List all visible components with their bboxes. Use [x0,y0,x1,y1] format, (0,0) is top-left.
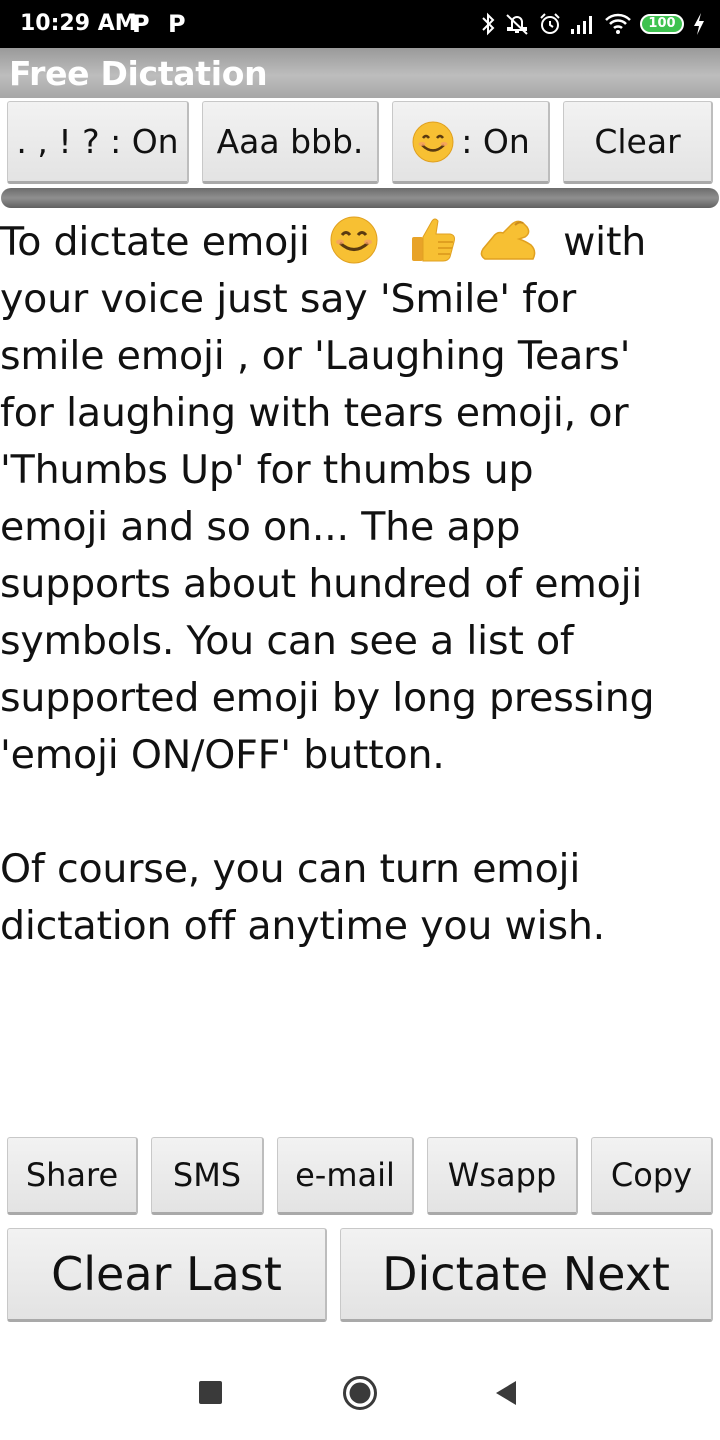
dictate-next-button[interactable]: Dictate Next [340,1228,713,1322]
copy-label: Copy [610,1156,693,1194]
smiling-face-emoji [330,216,378,264]
parking-notification-icon-2: P [168,10,186,38]
signal-icon [571,16,592,34]
text-segment: To dictate emoji [0,219,310,265]
text-line: Of course, you can turn emoji [0,846,581,892]
status-icons: 100 [480,8,706,40]
bluetooth-icon [482,12,495,36]
text-line: 'Thumbs Up' for thumbs up [0,447,534,493]
battery-icon: 100 [640,14,684,34]
text-line: 'emoji ON/OFF' button. [0,732,445,778]
home-icon[interactable] [342,1375,378,1411]
sms-label: SMS [172,1156,242,1194]
capitalize-toggle-button[interactable]: Aaa bbb. [202,101,379,184]
emoji-toggle-label: : On [461,122,530,161]
flexed-biceps-emoji [480,220,536,260]
whatsapp-label: Wsapp [447,1156,557,1194]
share-label: Share [25,1156,119,1194]
email-button[interactable]: e-mail [277,1137,414,1215]
parking-notification-icon: P [132,10,150,38]
status-bar: 10:29 AM P P 100 [0,0,720,48]
text-line: your voice just say 'Smile' for [0,276,577,322]
share-button[interactable]: Share [7,1137,138,1215]
recents-icon[interactable] [199,1381,222,1404]
emoji-toggle-button[interactable]: : On [392,101,550,184]
text-line: smile emoji , or 'Laughing Tears' [0,333,631,379]
title-bar: Free Dictation [0,48,720,98]
thumbs-up-emoji [412,218,456,262]
clear-last-label: Clear Last [51,1247,282,1301]
wifi-icon [605,13,631,34]
text-line: supports about hundred of emoji [0,561,643,607]
back-icon[interactable] [494,1379,518,1407]
capitalize-toggle-label: Aaa bbb. [216,122,364,161]
dictate-next-label: Dictate Next [382,1247,670,1301]
text-line: supported emoji by long pressing [0,675,655,721]
clear-button[interactable]: Clear [563,101,713,184]
smiling-face-icon [412,121,454,162]
clear-last-button[interactable]: Clear Last [7,1228,327,1322]
punctuation-toggle-button[interactable]: . , ! ? : On [7,101,189,184]
text-segment: with [563,219,647,265]
email-label: e-mail [295,1156,395,1194]
dictation-text-area[interactable]: To dictate emoji with your voice just sa… [0,214,720,955]
app-screen: 10:29 AM P P 100 Free Dictation . , ! ? … [0,0,720,1440]
app-title: Free Dictation [9,54,268,93]
text-line: dictation off anytime you wish. [0,903,606,949]
text-line: emoji and so on... The app [0,504,521,550]
separator-bar [1,188,719,208]
text-line: symbols. You can see a list of [0,618,574,664]
status-time: 10:29 AM [20,11,137,36]
battery-level: 100 [648,16,676,31]
copy-button[interactable]: Copy [591,1137,713,1215]
mute-icon [506,14,528,35]
whatsapp-button[interactable]: Wsapp [427,1137,578,1215]
navigation-bar [0,1350,720,1440]
punctuation-toggle-label: . , ! ? : On [16,122,179,161]
text-line: for laughing with tears emoji, or [0,390,629,436]
alarm-icon [540,13,560,34]
sms-button[interactable]: SMS [151,1137,264,1215]
clear-label: Clear [594,122,681,161]
charging-icon [694,13,704,35]
text-line: To dictate emoji with [0,214,720,271]
